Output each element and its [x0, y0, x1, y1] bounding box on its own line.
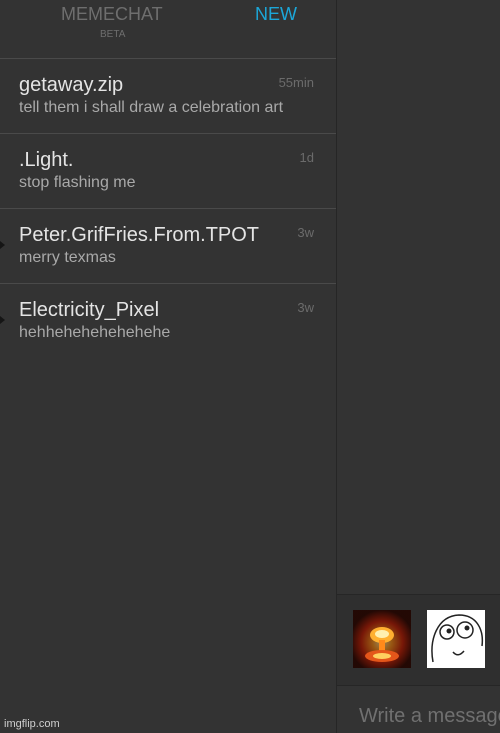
nuclear-explosion-icon — [353, 610, 411, 668]
conversation-item[interactable]: Peter.GrifFries.From.TPOT merry texmas 3… — [0, 209, 336, 284]
app-brand: MEMECHAT — [61, 4, 163, 24]
message-input[interactable] — [337, 686, 500, 733]
conversation-name: Electricity_Pixel — [19, 299, 160, 321]
conversation-item[interactable]: Electricity_Pixel hehhehehehehehehe 3w — [0, 284, 336, 358]
sidebar-header: MEMECHAT BETA NEW — [0, 0, 336, 59]
conversation-sidebar: MEMECHAT BETA NEW getaway.zip tell them … — [0, 0, 337, 733]
conversation-preview: hehhehehehehehehe — [19, 324, 171, 341]
imgflip-watermark: imgflip.com — [4, 718, 60, 730]
conversation-name: .Light. — [19, 149, 74, 171]
conversation-preview: merry texmas — [19, 249, 116, 266]
conversation-preview: tell them i shall draw a celebration art — [19, 99, 284, 116]
conversation-time: 3w — [297, 300, 314, 315]
memechat-app: MEMECHAT BETA NEW getaway.zip tell them … — [0, 0, 500, 733]
new-conversation-button[interactable]: NEW — [255, 4, 297, 25]
conversation-name: getaway.zip — [19, 74, 124, 96]
conversation-preview: stop flashing me — [19, 174, 136, 191]
conversation-list: getaway.zip tell them i shall draw a cel… — [0, 59, 336, 358]
nuclear-explosion-sticker[interactable] — [353, 610, 411, 668]
conversation-name: Peter.GrifFries.From.TPOT — [19, 224, 260, 246]
chat-pane — [337, 0, 500, 733]
conversation-item[interactable]: .Light. stop flashing me 1d — [0, 134, 336, 209]
beta-badge: BETA — [100, 29, 126, 40]
derp-face-sticker[interactable] — [427, 610, 485, 668]
derp-face-icon — [427, 610, 485, 668]
conversation-item[interactable]: getaway.zip tell them i shall draw a cel… — [0, 59, 336, 134]
unread-arrow-icon — [0, 316, 5, 324]
conversation-time: 3w — [297, 225, 314, 240]
conversation-time: 1d — [299, 150, 314, 165]
unread-arrow-icon — [0, 241, 5, 249]
conversation-time: 55min — [278, 75, 314, 90]
sticker-tray — [337, 594, 500, 686]
